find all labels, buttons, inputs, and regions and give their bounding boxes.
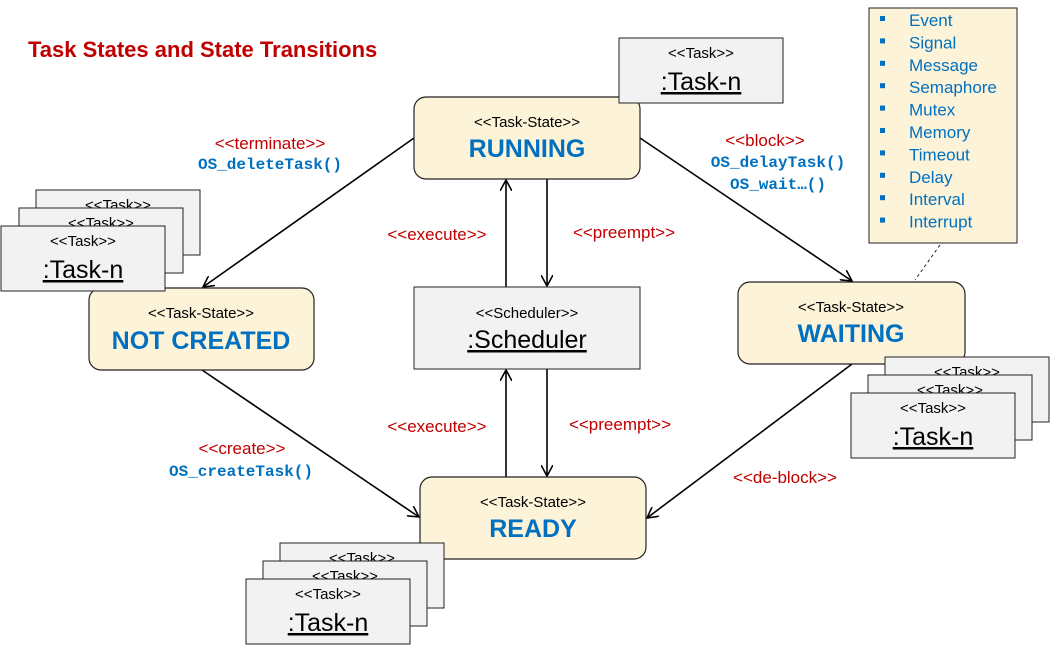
create-task-call: OS_createTask() bbox=[169, 463, 313, 481]
state-stereotype: <<Task-State>> bbox=[148, 305, 254, 322]
label-block: <<block>> OS_delayTask() OS_wait…() bbox=[711, 131, 845, 194]
wait-event-label: Message bbox=[909, 56, 978, 75]
preempt-bottom-label: <<preempt>> bbox=[569, 415, 671, 434]
wait-event-label: Signal bbox=[909, 33, 956, 52]
edge-deblock bbox=[647, 363, 853, 518]
delete-task-call: OS_deleteTask() bbox=[198, 156, 342, 174]
execute-top-label: <<execute>> bbox=[387, 225, 486, 244]
event-note-connector bbox=[914, 244, 941, 281]
wait-event-label: Memory bbox=[909, 123, 971, 142]
state-not-created: <<Task-State>> NOT CREATED bbox=[88, 287, 315, 371]
wait-call: OS_wait…() bbox=[730, 176, 826, 194]
bullet-icon bbox=[880, 83, 885, 89]
task-object: <<Task>> :Task-n bbox=[618, 37, 784, 104]
task-stereotype: <<Task>> bbox=[50, 233, 116, 250]
state-stereotype: <<Task-State>> bbox=[474, 114, 580, 131]
task-name: :Task-n bbox=[43, 256, 124, 284]
bullet-icon bbox=[880, 150, 885, 156]
task-object: <<Task>> :Task-n bbox=[0, 225, 166, 292]
bullet-icon bbox=[880, 105, 885, 111]
diagram-title: Task States and State Transitions bbox=[28, 37, 377, 62]
bullet-icon bbox=[880, 16, 885, 21]
scheduler-object: <<Scheduler>> :Scheduler bbox=[413, 286, 641, 370]
wait-event-label: Semaphore bbox=[909, 78, 997, 97]
scheduler-name: :Scheduler bbox=[467, 326, 587, 354]
wait-event-label: Event bbox=[909, 11, 953, 30]
preempt-top-label: <<preempt>> bbox=[573, 223, 675, 242]
task-object: <<Task>> :Task-n bbox=[245, 578, 411, 645]
bullet-icon bbox=[880, 172, 885, 178]
bullet-icon bbox=[880, 60, 885, 66]
state-name: RUNNING bbox=[469, 135, 586, 163]
label-terminate: <<terminate>> OS_deleteTask() bbox=[198, 134, 342, 174]
delay-task-call: OS_delayTask() bbox=[711, 154, 845, 172]
task-name: :Task-n bbox=[288, 609, 369, 637]
block-label: <<block>> bbox=[725, 131, 804, 150]
state-running: <<Task-State>> RUNNING bbox=[413, 96, 641, 180]
create-label: <<create>> bbox=[199, 439, 286, 458]
task-name: :Task-n bbox=[893, 423, 974, 451]
task-state-diagram: Task States and State Transitions <<term… bbox=[0, 7, 1050, 645]
bullet-icon bbox=[880, 195, 885, 201]
bullet-icon bbox=[880, 128, 885, 133]
state-stereotype: <<Task-State>> bbox=[480, 494, 586, 511]
wait-event-label: Timeout bbox=[909, 145, 970, 164]
state-ready: <<Task-State>> READY bbox=[419, 476, 647, 560]
wait-event-label: Interrupt bbox=[909, 213, 973, 232]
wait-event-label: Delay bbox=[909, 168, 953, 187]
state-name: NOT CREATED bbox=[112, 327, 291, 355]
terminate-label: <<terminate>> bbox=[215, 134, 326, 153]
execute-bottom-label: <<execute>> bbox=[387, 417, 486, 436]
bullet-icon bbox=[880, 217, 885, 223]
state-name: WAITING bbox=[798, 320, 905, 348]
task-stereotype: <<Task>> bbox=[668, 45, 734, 62]
label-create: <<create>> OS_createTask() bbox=[169, 439, 313, 481]
state-waiting: <<Task-State>> WAITING bbox=[737, 281, 966, 365]
task-stereotype: <<Task>> bbox=[900, 400, 966, 417]
bullet-icon bbox=[880, 38, 885, 44]
scheduler-stereotype: <<Scheduler>> bbox=[476, 305, 579, 322]
state-name: READY bbox=[489, 515, 577, 543]
task-object: <<Task>> :Task-n bbox=[850, 392, 1016, 459]
wait-event-label: Interval bbox=[909, 190, 965, 209]
wait-events-note: Event Signal Message Semaphore Mutex Memory Ti… bbox=[868, 7, 1018, 244]
deblock-label: <<de-block>> bbox=[733, 468, 837, 487]
task-stereotype: <<Task>> bbox=[295, 586, 361, 603]
task-name: :Task-n bbox=[661, 68, 742, 96]
state-stereotype: <<Task-State>> bbox=[798, 299, 904, 316]
wait-event-label: Mutex bbox=[909, 101, 956, 120]
